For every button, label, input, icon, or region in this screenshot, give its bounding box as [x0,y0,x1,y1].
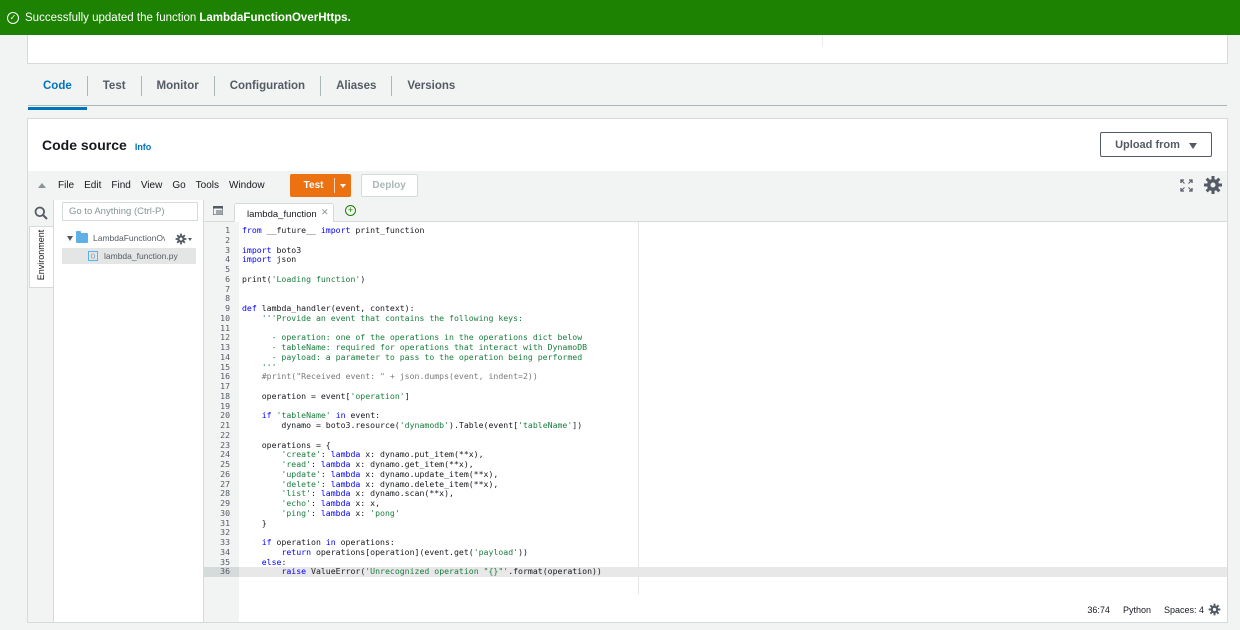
menu-tools[interactable]: Tools [196,180,219,191]
file-tree: Go to Anything (Ctrl-P) LambdaFunctionOv… [54,200,204,622]
caret-down-icon [1188,142,1197,149]
code-line[interactable]: 6 print('Loading function') [204,273,1227,285]
close-icon[interactable]: ✕ [321,207,329,218]
code-line[interactable]: 30 'ping': lambda x: 'pong' [204,508,1227,519]
file-name: lambda_function.py [104,251,178,261]
editor-status-bar: 36:74 Python Spaces: 4 [1074,603,1221,616]
menu-view[interactable]: View [141,180,163,191]
code-area[interactable]: 1 from __future__ import print_function 2 3… [204,225,1227,577]
tab-versions[interactable]: Versions [392,76,470,96]
tab-code[interactable]: Code [28,75,88,110]
code-line[interactable]: 3 import boto3 [204,245,1227,256]
code-line[interactable]: 14 - payload: a parameter to pass to the… [204,351,1227,363]
line-text: '''Provide an event that contains the fo… [242,312,523,323]
code-editor: lambda_function ✕ + 1 from __future__ imp… [204,200,1227,622]
menu-find[interactable]: Find [111,180,130,191]
menu-edit[interactable]: Edit [84,180,101,191]
line-number: 36 [204,566,239,577]
gear-icon[interactable] [1208,603,1221,616]
fullscreen-icon[interactable] [1180,179,1193,192]
python-file-icon: ⟨⟩ [88,251,98,261]
collapse-triangle-icon[interactable] [38,183,46,188]
test-button[interactable]: Test [289,174,351,197]
flash-function-name: LambdaFunctionOverHttps. [199,11,351,24]
environment-label: Environment [36,229,46,281]
caret-down-icon[interactable] [188,238,192,241]
line-text: #print("Received event: " + json.dumps(e… [242,371,538,382]
code-line[interactable]: 4 import json [204,254,1227,265]
code-line[interactable]: 31 } [204,517,1227,529]
folder-name: LambdaFunctionOverHttps [93,233,165,243]
tree-file[interactable]: ⟨⟩ lambda_function.py [62,248,196,264]
tab-monitor[interactable]: Monitor [142,75,215,96]
upload-from-button[interactable]: Upload from [1100,132,1212,157]
code-line[interactable]: 34 return operations[operation](event.ge… [204,547,1227,558]
menu-file[interactable]: File [58,180,74,191]
gear-icon[interactable] [1203,175,1223,195]
panel-title: Code source [42,137,127,153]
editor-file-tab-label: lambda_function [247,209,317,220]
tab-configuration[interactable]: Configuration [215,75,322,96]
line-text: } [242,517,267,528]
language-mode[interactable]: Python [1123,605,1151,615]
indent-setting[interactable]: Spaces: 4 [1164,605,1204,615]
code-line[interactable]: 36 raise ValueError('Unrecognized operat… [204,566,1227,577]
folder-icon [76,231,88,243]
environment-tab[interactable]: Environment [29,226,53,288]
tab-menu-icon[interactable] [213,206,223,215]
menu-window[interactable]: Window [229,180,265,191]
editor-file-tab[interactable]: lambda_function [234,203,334,222]
panel-header: Code source Info Upload from [28,119,1227,171]
tab-aliases[interactable]: Aliases [321,75,393,96]
cloud9-ide: Environment Go to Anything (Ctrl-P) Lamb… [28,200,1227,622]
line-text: raise ValueError('Unrecognized operation… [281,566,602,577]
folder-gear-icon[interactable] [175,233,187,245]
ide-menu-bar: File Edit Find View Go Tools Window Test… [28,171,1227,200]
line-text: from __future__ import print_function [242,225,425,235]
go-to-anything-input[interactable]: Go to Anything (Ctrl-P) [62,202,198,221]
line-text: operation = event['operation'] [242,390,410,401]
split-divider [333,178,335,193]
menu-go[interactable]: Go [172,180,185,191]
flash-message: Successfully updated the function [25,11,197,24]
line-text: import json [242,254,297,265]
tab-test[interactable]: Test [88,75,142,96]
test-button-label: Test [303,180,324,191]
function-tabs: Code Test Monitor Configuration Aliases … [28,66,1227,110]
cursor-position[interactable]: 36:74 [1087,605,1110,615]
editor-tab-strip: lambda_function ✕ + [204,200,1227,222]
code-line[interactable]: 1 from __future__ import print_function [204,225,1227,236]
environment-sidebar: Environment [28,200,54,622]
code-line[interactable]: 21 dynamo = boto3.resource('dynamodb').T… [204,420,1227,431]
success-flashbar: ✓ Successfully updated the function Lamb… [0,0,1240,35]
code-line[interactable]: 10 '''Provide an event that contains the… [204,312,1227,324]
divider [822,35,823,47]
info-link[interactable]: Info [135,142,152,152]
code-line[interactable]: 16 #print("Received event: " + json.dump… [204,371,1227,382]
line-text: - payload: a parameter to pass to the op… [242,351,583,362]
deploy-button[interactable]: Deploy [360,174,418,197]
function-overview-card [27,35,1228,64]
test-dropdown[interactable] [335,183,351,188]
upload-from-label: Upload from [1115,138,1180,151]
line-text: dynamo = boto3.resource('dynamodb').Tabl… [242,420,583,430]
code-line[interactable]: 2 [204,235,1227,246]
caret-down-icon [339,183,346,188]
code-line[interactable]: 22 [204,430,1227,441]
add-tab-icon[interactable]: + [345,205,356,216]
code-line[interactable]: 18 operation = event['operation'] [204,390,1227,402]
search-icon[interactable] [34,206,48,220]
code-source-panel: Code source Info Upload from File Edit F… [27,118,1228,623]
expand-triangle-icon[interactable] [67,235,73,241]
line-text: print('Loading function') [242,273,366,284]
tree-folder[interactable]: LambdaFunctionOverHttps [67,231,165,243]
code-line[interactable]: 7 [204,284,1227,295]
check-circle-icon: ✓ [7,11,19,24]
